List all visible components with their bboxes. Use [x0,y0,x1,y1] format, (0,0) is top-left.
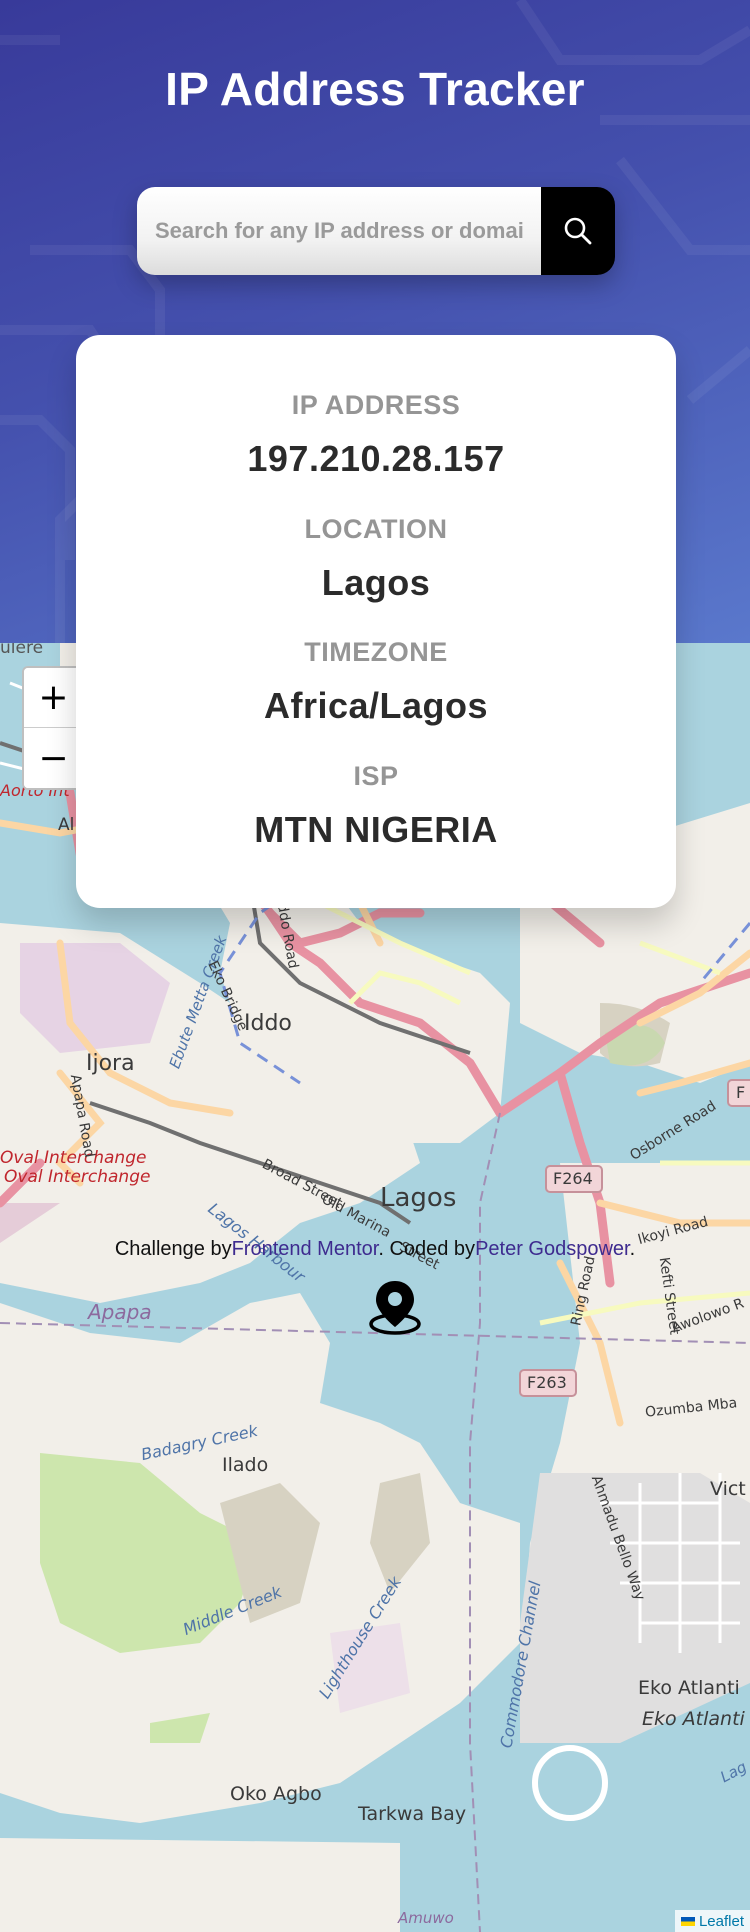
map-label-f-partial: F [736,1083,746,1102]
map-label-lagos: Lagos [380,1183,457,1213]
search-icon [564,217,592,245]
map-label-amuwo: Amuwo [398,1909,454,1927]
zoom-in-button[interactable]: + [24,668,83,728]
search-button[interactable] [541,187,615,275]
coded-prefix: . Coded by [378,1238,476,1260]
zoom-out-button[interactable]: − [24,728,83,788]
timezone-value: Africa/Lagos [263,685,489,726]
ukraine-flag-icon [680,1916,695,1926]
map-label-iddo: Iddo [244,1011,292,1036]
isp-label: ISP [353,761,399,791]
map-label-f264: F264 [553,1169,593,1188]
ip-info-card: IP ADDRESS 197.210.28.157 LOCATION Lagos… [76,335,676,908]
map-label-ilado: Ilado [222,1454,269,1476]
page-title: IP Address Tracker [165,63,585,115]
attribution-end: . [629,1238,636,1260]
eko-atlantic-area [520,1473,750,1743]
map-label-apapa: Apapa [88,1300,152,1324]
leaflet-attribution[interactable]: Leaflet [674,1910,750,1932]
map-label-ijora: Ijora [86,1051,135,1076]
leaflet-link[interactable]: Leaflet [699,1913,744,1930]
ip-address-value: 197.210.28.157 [247,438,505,479]
map-label-victoria: Vict [710,1478,746,1500]
challenge-attribution: Challenge byFrontend Mentor. Coded byPet… [0,1238,750,1261]
search-box [137,187,615,275]
location-value: Lagos [321,562,431,603]
map-label-oko-agbo: Oko Agbo [230,1783,322,1805]
map-label-eko-atlantic-1: Eko Atlanti [638,1677,740,1699]
map-label-oval-interchange-1: Oval Interchange [0,1148,147,1168]
beach-strip [0,1838,400,1932]
author-link[interactable]: Peter Godspower [475,1238,630,1260]
map-label-oval-interchange-2: Oval Interchange [4,1167,151,1187]
timezone-label: TIMEZONE [304,637,448,667]
map-label-tarkwa-bay: Tarkwa Bay [358,1803,467,1825]
map-label-eko-atlantic-2: Eko Atlanti [642,1708,745,1730]
ip-address-label: IP ADDRESS [291,390,461,420]
frontend-mentor-link[interactable]: Frontend Mentor [232,1238,379,1260]
map-label-ulere: ulere [0,643,44,658]
map-label-f263: F263 [527,1373,567,1392]
location-pin-icon[interactable] [368,1279,422,1335]
location-label: LOCATION [304,514,448,544]
search-input[interactable] [137,187,541,275]
challenge-prefix: Challenge by [114,1238,232,1260]
isp-value: MTN NIGERIA [254,809,498,850]
map-label-al: Al [58,815,75,835]
